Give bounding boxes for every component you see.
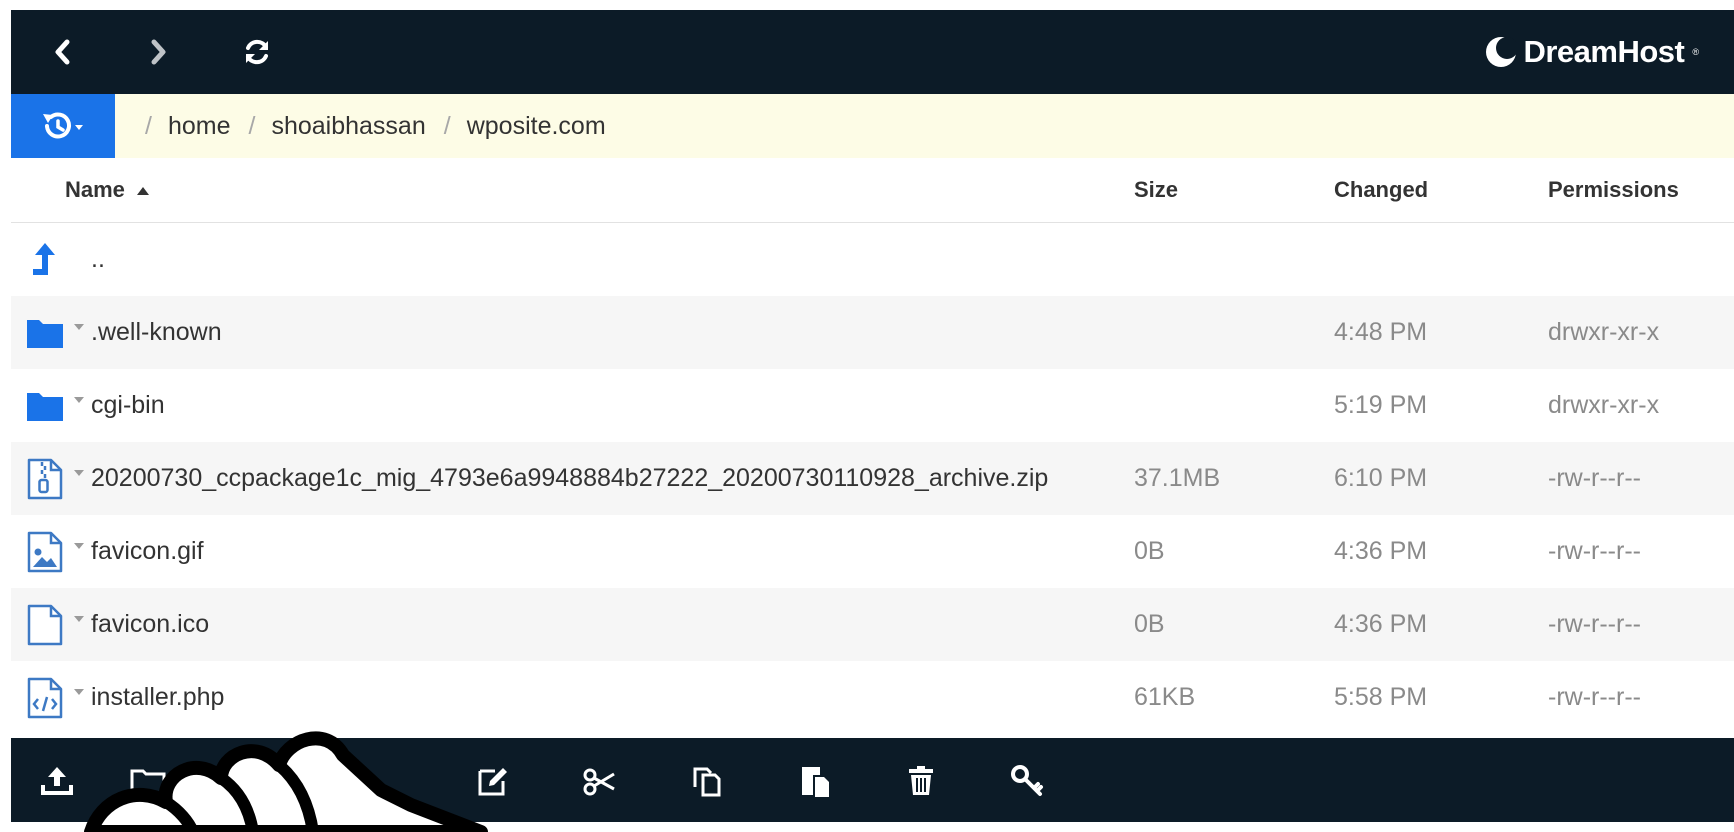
file-size: 0B bbox=[1134, 537, 1165, 565]
file-size: 0B bbox=[1134, 610, 1165, 638]
logo-registered-mark: ® bbox=[1692, 47, 1699, 57]
file-name[interactable]: favicon.gif bbox=[91, 515, 204, 588]
file-name[interactable]: installer.php bbox=[91, 661, 224, 734]
code-file-icon bbox=[27, 677, 63, 719]
file-name[interactable]: favicon.ico bbox=[91, 588, 209, 661]
table-header: Name Size Changed Permissions bbox=[11, 158, 1734, 223]
file-permissions: -rw-r--r-- bbox=[1548, 683, 1641, 711]
folder-icon bbox=[27, 393, 63, 421]
refresh-button[interactable] bbox=[235, 30, 279, 74]
table-row[interactable]: .well-known 4:48 PM drwxr-xr-x bbox=[11, 296, 1734, 369]
paste-icon bbox=[802, 767, 829, 797]
file-changed: 5:58 PM bbox=[1334, 683, 1428, 711]
forward-button[interactable] bbox=[136, 30, 180, 74]
column-header-permissions[interactable]: Permissions bbox=[1548, 158, 1679, 222]
file-permissions: -rw-r--r-- bbox=[1548, 537, 1641, 565]
table-row[interactable]: installer.php 61KB 5:58 PM -rw-r--r-- bbox=[11, 661, 1734, 734]
parent-directory-icon bbox=[33, 243, 55, 275]
row-menu-caret[interactable] bbox=[74, 470, 84, 476]
chevron-right-icon bbox=[151, 39, 166, 65]
history-button[interactable] bbox=[11, 94, 115, 158]
breadcrumb-home[interactable]: home bbox=[168, 112, 231, 141]
permissions-button[interactable] bbox=[1005, 759, 1049, 803]
file-size: 61KB bbox=[1134, 683, 1196, 711]
dreamhost-logo: DreamHost ® bbox=[1485, 30, 1699, 74]
file-permissions: -rw-r--r-- bbox=[1548, 610, 1641, 638]
chevron-left-icon bbox=[55, 39, 70, 65]
file-name[interactable]: 20200730_ccpackage1c_mig_4793e6a9948884b… bbox=[91, 442, 1048, 515]
file-name[interactable]: .well-known bbox=[91, 296, 222, 369]
paste-button[interactable] bbox=[793, 759, 837, 803]
path-bar: / home / shoaibhassan / wposite.com bbox=[11, 94, 1734, 159]
new-folder-button[interactable] bbox=[126, 759, 170, 803]
table-row[interactable]: favicon.gif 0B 4:36 PM -rw-r--r-- bbox=[11, 515, 1734, 588]
new-file-icon bbox=[339, 763, 364, 799]
logo-text: DreamHost bbox=[1523, 34, 1685, 69]
file-changed: 4:36 PM bbox=[1334, 537, 1428, 565]
column-name-label: Name bbox=[65, 177, 125, 202]
cut-button[interactable] bbox=[578, 759, 622, 803]
column-header-size[interactable]: Size bbox=[1134, 158, 1178, 222]
row-menu-caret[interactable] bbox=[74, 689, 84, 695]
file-manager: DreamHost ® / home / shoaibhassan / wpos… bbox=[11, 10, 1734, 832]
table-row[interactable]: 20200730_ccpackage1c_mig_4793e6a9948884b… bbox=[11, 442, 1734, 515]
breadcrumb: / home / shoaibhassan / wposite.com bbox=[145, 94, 624, 158]
rename-icon bbox=[478, 768, 507, 796]
dreamhost-moon-icon bbox=[1486, 37, 1518, 67]
permissions-key-icon bbox=[1011, 765, 1043, 796]
sort-ascending-icon bbox=[137, 187, 150, 196]
row-menu-caret[interactable] bbox=[74, 324, 84, 330]
file-changed: 6:10 PM bbox=[1334, 464, 1428, 492]
breadcrumb-separator: / bbox=[443, 111, 451, 140]
row-menu-caret[interactable] bbox=[74, 397, 84, 403]
zip-file-icon bbox=[27, 458, 63, 500]
table-row[interactable]: favicon.ico 0B 4:36 PM -rw-r--r-- bbox=[11, 588, 1734, 661]
new-folder-icon bbox=[130, 769, 166, 795]
file-changed: 4:36 PM bbox=[1334, 610, 1428, 638]
table-row[interactable]: cgi-bin 5:19 PM drwxr-xr-x bbox=[11, 369, 1734, 442]
breadcrumb-separator: / bbox=[145, 111, 152, 140]
row-menu-caret[interactable] bbox=[74, 616, 84, 622]
upload-button[interactable] bbox=[35, 759, 79, 803]
history-icon bbox=[43, 112, 83, 139]
table-row[interactable]: .. bbox=[11, 223, 1734, 296]
image-file-icon bbox=[27, 531, 63, 573]
upload-icon bbox=[41, 767, 73, 795]
breadcrumb-separator: / bbox=[248, 111, 256, 140]
file-icon bbox=[27, 604, 63, 646]
file-list: .. .well-known 4:48 PM drwxr-xr-x cgi-bi… bbox=[11, 223, 1734, 734]
column-header-changed[interactable]: Changed bbox=[1334, 158, 1428, 222]
top-bar: DreamHost ® bbox=[11, 10, 1734, 94]
row-menu-caret[interactable] bbox=[74, 543, 84, 549]
column-header-name[interactable]: Name bbox=[65, 158, 150, 222]
file-changed: 5:19 PM bbox=[1334, 391, 1428, 419]
cut-icon bbox=[583, 768, 615, 796]
delete-icon bbox=[909, 766, 933, 795]
file-size: 37.1MB bbox=[1134, 464, 1221, 492]
refresh-icon bbox=[246, 39, 268, 65]
file-permissions: drwxr-xr-x bbox=[1548, 318, 1660, 346]
new-file-button[interactable] bbox=[329, 759, 373, 803]
copy-button[interactable] bbox=[685, 759, 729, 803]
back-button[interactable] bbox=[41, 30, 85, 74]
file-permissions: -rw-r--r-- bbox=[1548, 464, 1641, 492]
file-name[interactable]: cgi-bin bbox=[91, 369, 165, 442]
copy-icon bbox=[693, 767, 721, 797]
breadcrumb-user[interactable]: shoaibhassan bbox=[271, 112, 425, 141]
file-changed: 4:48 PM bbox=[1334, 318, 1428, 346]
breadcrumb-site[interactable]: wposite.com bbox=[467, 112, 606, 141]
folder-icon bbox=[27, 320, 63, 348]
rename-button[interactable] bbox=[471, 759, 515, 803]
file-permissions: drwxr-xr-x bbox=[1548, 391, 1660, 419]
file-name[interactable]: .. bbox=[91, 223, 105, 296]
bottom-toolbar bbox=[11, 738, 1734, 822]
delete-button[interactable] bbox=[899, 759, 943, 803]
